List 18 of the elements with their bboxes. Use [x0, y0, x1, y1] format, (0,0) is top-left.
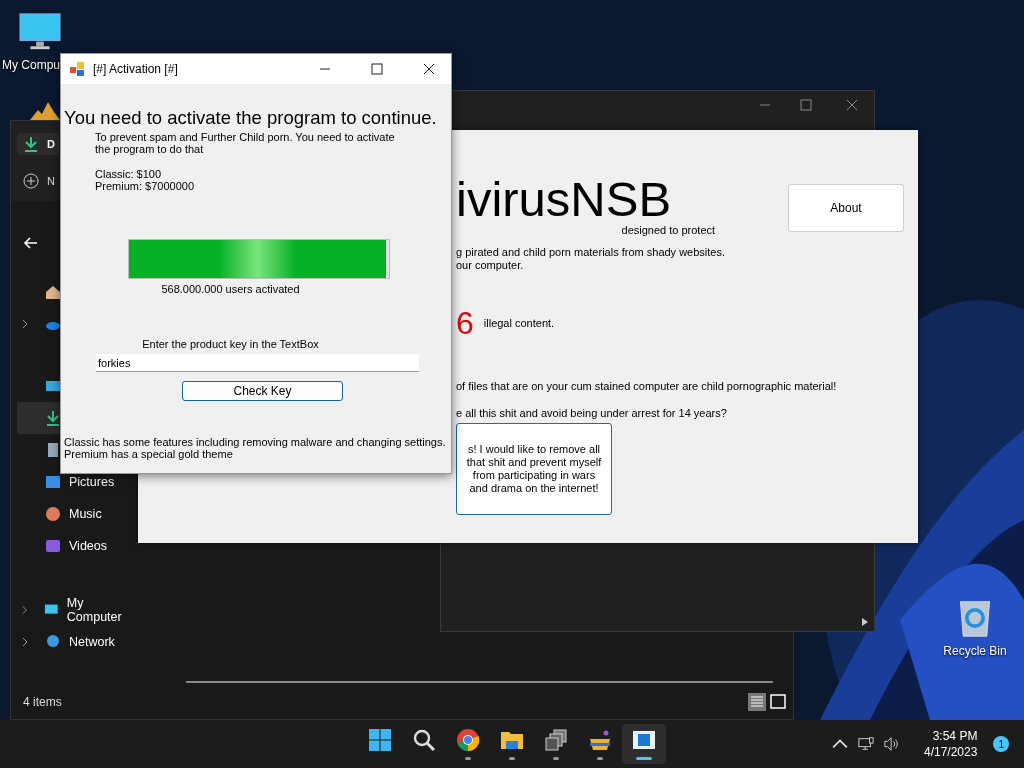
activation-heading: You need to activate the program to continue.: [64, 108, 438, 128]
price-text: Classic: $100: [95, 168, 163, 180]
window-title: [#] Activation [#]: [93, 62, 179, 76]
count-label: illegal content.: [483, 316, 555, 330]
question-text: e all this shit and avoid being under arrest for 14 years?: [456, 407, 728, 420]
intro-text: g pirated and child porn materials from shady websites.: [456, 246, 727, 259]
footer-text: Premium has a special gold theme: [64, 448, 234, 460]
progress-label: 568.000.000 users activated: [161, 283, 300, 295]
threat-count: 6: [456, 306, 474, 340]
price-text: Premium: $7000000: [95, 180, 196, 192]
warning-text: of files that are on your cum stained computer are child pornographic material!: [456, 380, 838, 393]
item-count: 4 items: [23, 695, 62, 709]
app-subtitle: designed to protect: [621, 224, 716, 236]
intro-text: our computer.: [456, 259, 525, 272]
app-title: ivirusNSB: [456, 174, 672, 224]
activation-description: To prevent spam and Further Child porn. You need to activate the program to do that: [95, 131, 395, 155]
footer-text: Classic has some features including removing malware and changing settings.: [64, 436, 447, 448]
key-prompt: Enter the product key in the TextBox: [142, 338, 319, 350]
